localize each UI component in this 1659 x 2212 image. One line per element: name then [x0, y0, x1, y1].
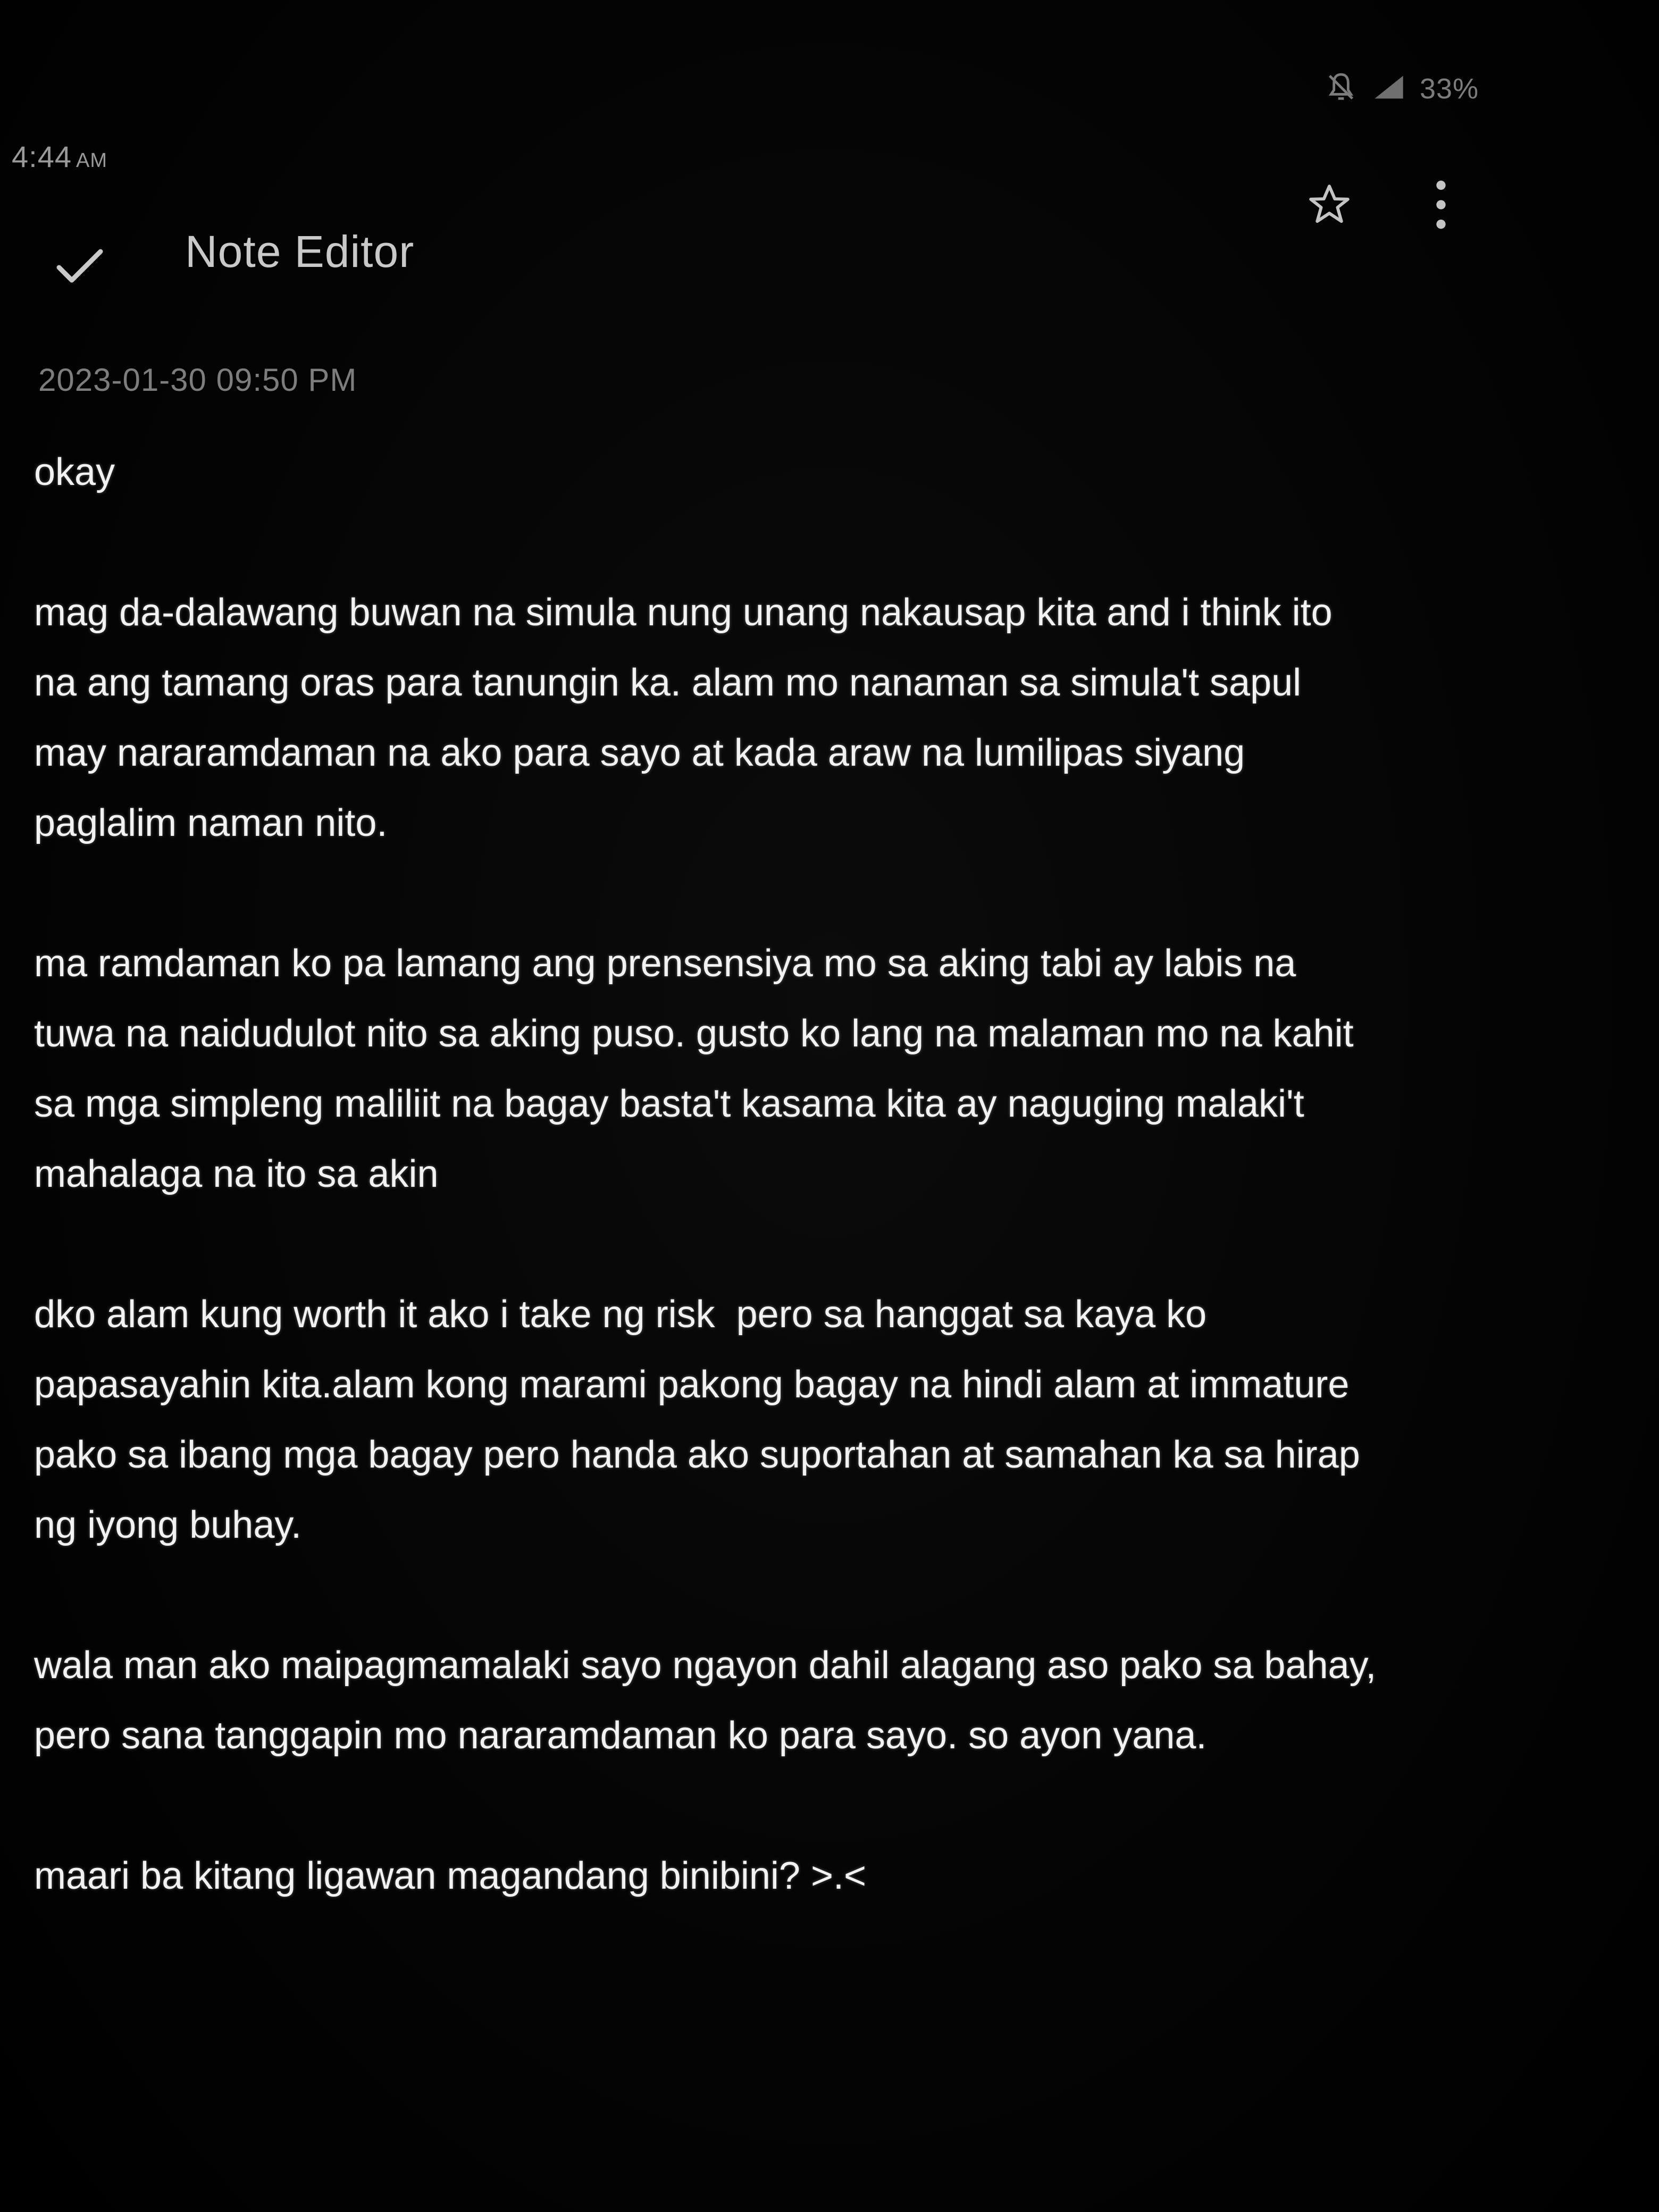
more-options-button[interactable]: [1409, 170, 1473, 239]
check-icon: [56, 249, 103, 283]
signal-icon: [1372, 73, 1406, 104]
mute-icon: [1324, 70, 1358, 107]
status-time: 4:44 AM: [12, 139, 107, 174]
note-body-text[interactable]: okay mag da-dalawang buwan na simula nun…: [34, 437, 1576, 1899]
more-vertical-icon: [1436, 180, 1446, 229]
status-time-ampm: AM: [76, 149, 107, 172]
note-editor-screen: 4:44 AM 33% Note Editor 2023-01-30 09:50…: [0, 0, 1659, 2212]
note-timestamp: 2023-01-30 09:50 PM: [38, 362, 357, 398]
battery-percentage: 33%: [1420, 72, 1479, 105]
done-button[interactable]: [43, 234, 117, 298]
status-time-value: 4:44: [12, 140, 72, 173]
page-title: Note Editor: [185, 227, 415, 276]
star-icon: [1309, 185, 1350, 223]
status-icons: 33%: [1324, 70, 1479, 107]
favorite-button[interactable]: [1297, 175, 1361, 234]
